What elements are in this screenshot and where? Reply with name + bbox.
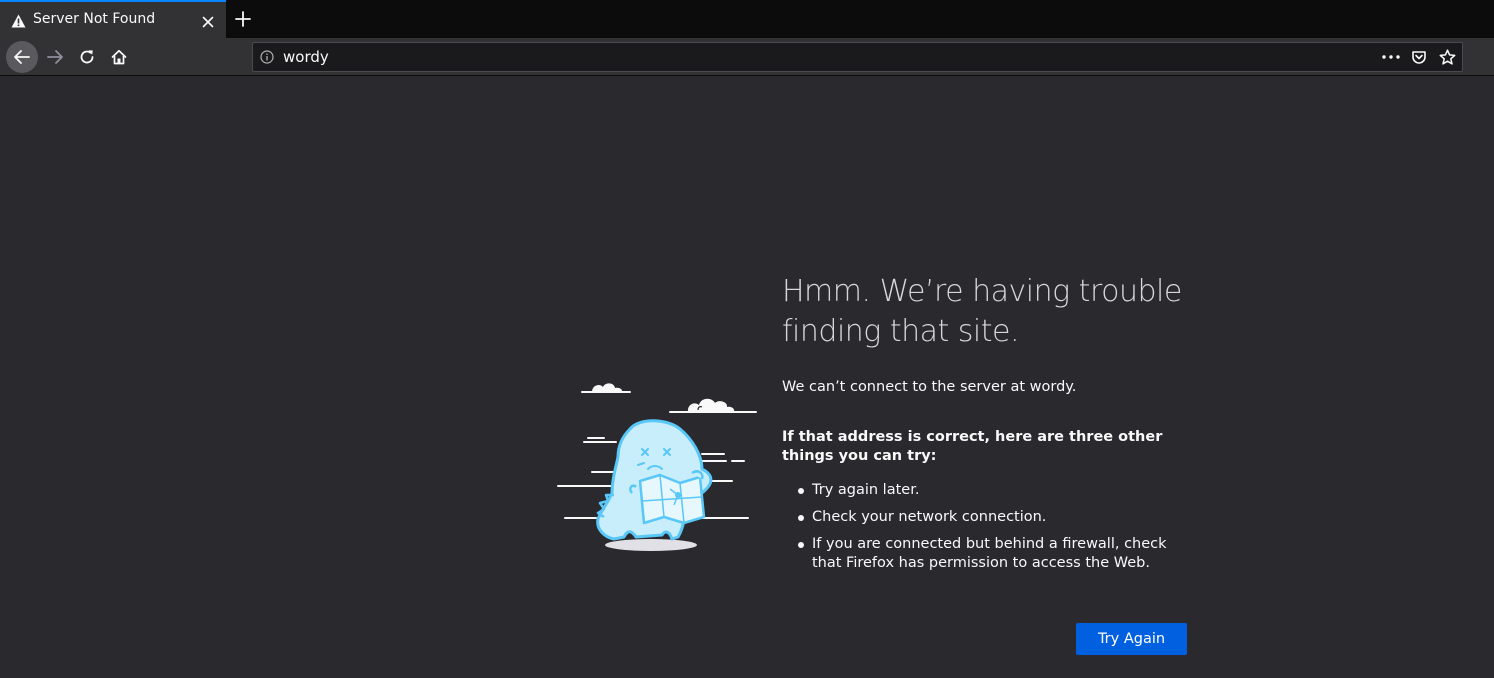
url-input[interactable]: wordy (283, 48, 329, 66)
suggestions-list: Try again later. Check your network conn… (782, 481, 1192, 581)
arrow-left-icon (14, 50, 30, 64)
bullet-icon (798, 515, 804, 521)
home-button[interactable] (103, 41, 135, 73)
error-page: Hmm. We’re having trouble finding that s… (0, 77, 1494, 678)
suggestion-text: If you are connected but behind a firewa… (812, 536, 1167, 571)
info-icon[interactable] (259, 49, 275, 65)
try-again-button[interactable]: Try Again (1076, 623, 1187, 655)
new-tab-button[interactable] (230, 6, 256, 32)
plus-icon (235, 11, 251, 27)
lost-dinosaur-illustration (552, 377, 762, 555)
reload-button[interactable] (71, 41, 103, 73)
tab-server-not-found[interactable]: Server Not Found (0, 0, 226, 38)
home-icon (111, 49, 127, 65)
navigation-toolbar: wordy (0, 38, 1494, 76)
list-item: Try again later. (782, 481, 1192, 500)
tab-title: Server Not Found (33, 11, 156, 27)
error-title: Hmm. We’re having trouble finding that s… (782, 274, 1182, 349)
back-button[interactable] (6, 41, 38, 73)
arrow-right-icon (47, 50, 63, 64)
list-item: If you are connected but behind a firewa… (782, 535, 1192, 573)
forward-button[interactable] (39, 41, 71, 73)
error-description: We can’t connect to the server at wordy. (782, 379, 1077, 395)
reload-icon (80, 50, 94, 64)
list-item: Check your network connection. (782, 508, 1192, 527)
tab-strip: Server Not Found (0, 0, 1494, 38)
suggestion-text: Check your network connection. (812, 509, 1047, 525)
suggestion-text: Try again later. (812, 482, 920, 498)
close-icon[interactable] (198, 12, 218, 32)
warning-icon (11, 13, 26, 28)
url-actions (1380, 46, 1458, 68)
pocket-icon[interactable] (1408, 46, 1430, 68)
bookmark-star-icon[interactable] (1436, 46, 1458, 68)
bullet-icon (798, 488, 804, 494)
url-bar[interactable]: wordy (252, 42, 1463, 72)
page-actions-menu-icon[interactable] (1380, 46, 1402, 68)
bullet-icon (798, 542, 804, 548)
suggestions-heading: If that address is correct, here are thr… (782, 429, 1163, 464)
